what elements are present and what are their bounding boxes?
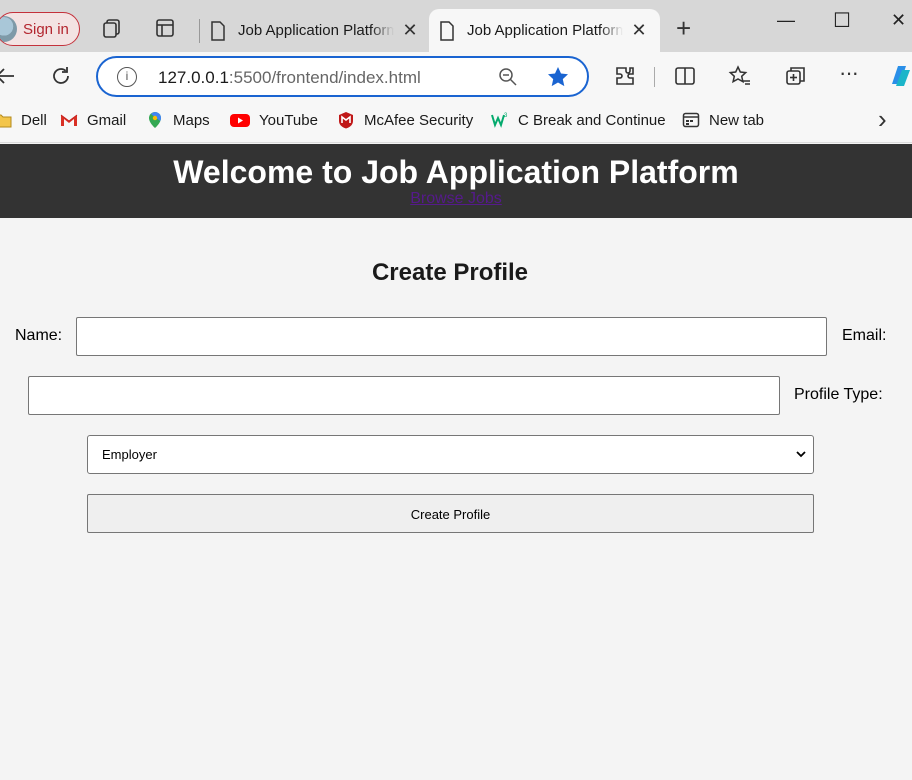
page-title: Welcome to Job Application Platform: [173, 154, 739, 190]
tab-title: Job Application Platform: [467, 22, 623, 39]
site-info-icon[interactable]: i: [117, 67, 137, 87]
document-icon: [440, 20, 454, 41]
mcafee-icon: [339, 112, 353, 129]
favorite-star-icon[interactable]: [546, 65, 570, 89]
split-screen-icon[interactable]: [673, 64, 697, 88]
favorites-icon[interactable]: [728, 64, 752, 88]
document-icon: [211, 20, 225, 41]
maps-icon: [149, 112, 161, 128]
bookmarks-bar: Dell Gmail Maps YouTube McAfee Security: [0, 100, 912, 143]
chevron-down-icon: [796, 451, 806, 458]
create-profile-button[interactable]: Create Profile: [87, 494, 814, 533]
name-label: Name:: [15, 327, 63, 344]
email-label: Email:: [842, 327, 887, 344]
gmail-icon: [60, 114, 78, 126]
collections-icon[interactable]: [784, 64, 808, 88]
tab-close-icon[interactable]: ✕: [402, 20, 418, 41]
refresh-icon[interactable]: [49, 64, 73, 88]
url-path: :5500/frontend/index.html: [228, 68, 421, 87]
bookmark-label: Dell: [21, 111, 47, 129]
new-tab-button[interactable]: +: [676, 14, 691, 42]
toolbar-divider: [654, 67, 655, 87]
bookmark-label: New tab: [709, 111, 765, 129]
sign-in-button[interactable]: Sign in: [0, 12, 80, 46]
bookmark-dell[interactable]: Dell: [0, 111, 47, 129]
window-close-icon[interactable]: ✕: [891, 10, 906, 31]
bookmark-gmail[interactable]: Gmail: [60, 111, 126, 129]
tab-close-icon[interactable]: ✕: [631, 20, 647, 41]
email-input[interactable]: [28, 376, 780, 415]
vertical-tabs-icon[interactable]: [154, 17, 176, 39]
bookmark-mcafee[interactable]: McAfee Security: [337, 111, 473, 129]
site-header: Welcome to Job Application Platform Brow…: [0, 144, 912, 218]
bookmark-label: McAfee Security: [364, 111, 474, 129]
copilot-icon[interactable]: [886, 62, 912, 90]
profile-type-label: Profile Type:: [794, 386, 883, 403]
name-input[interactable]: [76, 317, 827, 356]
browser-toolbar: i 127.0.0.1:5500/frontend/index.html ···: [0, 52, 912, 100]
youtube-icon: [230, 114, 250, 127]
bookmarks-more-chevron-icon[interactable]: ›: [878, 104, 887, 135]
profile-type-selected-value: Employer: [102, 447, 157, 462]
profile-avatar-icon: [0, 16, 17, 42]
bookmark-label: C Break and Continue: [518, 111, 666, 129]
svg-text:3: 3: [504, 113, 508, 119]
bookmark-c-break-continue[interactable]: 3 C Break and Continue: [491, 111, 666, 129]
bookmark-youtube[interactable]: YouTube: [230, 111, 318, 129]
profile-type-select[interactable]: Employer: [87, 435, 814, 474]
tab-job-application-2[interactable]: Job Application Platform ✕: [429, 9, 660, 52]
sign-in-label: Sign in: [23, 20, 69, 38]
maximize-icon[interactable]: ☐: [833, 8, 851, 33]
bookmark-new-tab[interactable]: New tab: [682, 111, 764, 129]
bookmark-label: YouTube: [259, 111, 318, 129]
more-menu-icon[interactable]: ···: [839, 60, 859, 86]
tab-job-application-1[interactable]: Job Application Platform ✕: [200, 9, 425, 52]
workspaces-icon[interactable]: [101, 17, 123, 39]
browser-tab-bar: Sign in Job Application Platform ✕ Job A…: [0, 0, 912, 52]
browse-jobs-link[interactable]: Browse Jobs: [0, 190, 912, 208]
bookmark-maps[interactable]: Maps: [146, 111, 210, 129]
address-bar[interactable]: i 127.0.0.1:5500/frontend/index.html: [96, 56, 589, 97]
minimize-icon[interactable]: —: [777, 10, 795, 31]
back-arrow-icon[interactable]: [0, 64, 18, 88]
form-title: Create Profile: [371, 259, 529, 286]
extensions-icon[interactable]: [613, 64, 637, 88]
url-host: 127.0.0.1: [158, 68, 229, 87]
newtab-icon: [682, 112, 700, 128]
w3schools-icon: 3: [491, 113, 508, 128]
address-url[interactable]: 127.0.0.1:5500/frontend/index.html: [158, 68, 421, 88]
folder-icon: [0, 114, 12, 128]
bookmark-label: Maps: [173, 111, 210, 129]
zoom-out-icon[interactable]: [498, 67, 518, 87]
bookmark-label: Gmail: [87, 111, 127, 129]
tab-title: Job Application Platform: [238, 22, 394, 39]
